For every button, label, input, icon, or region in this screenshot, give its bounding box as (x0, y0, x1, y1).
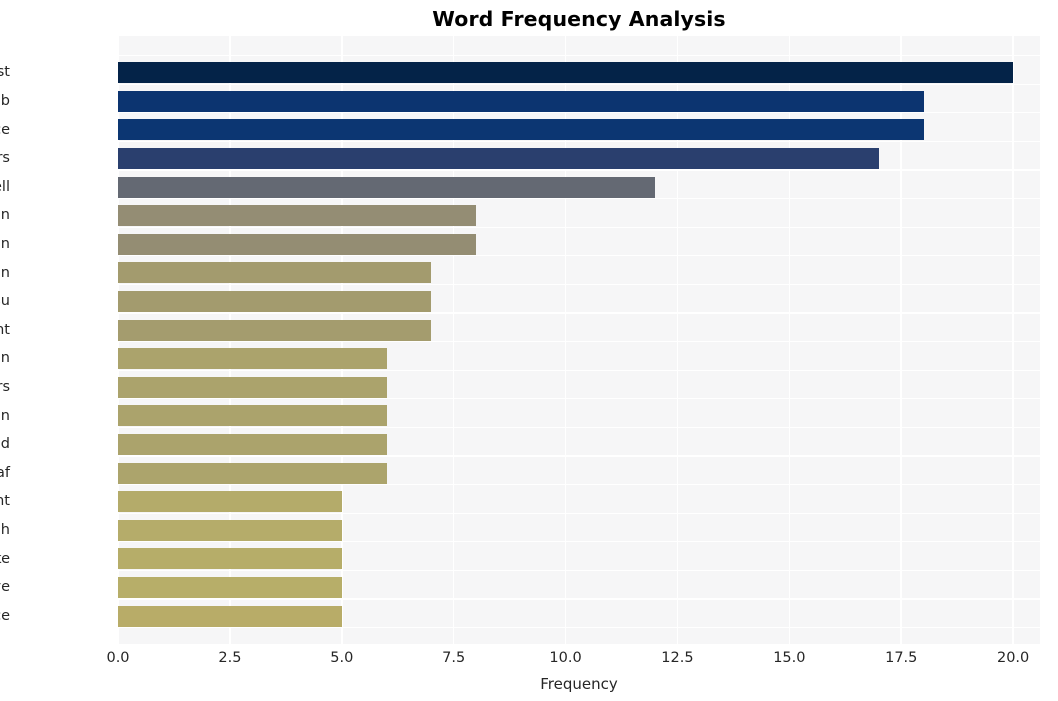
x-tick-label-12.5: 12.5 (661, 650, 694, 666)
bar-row (118, 202, 1040, 231)
bar-tell[interactable] (118, 176, 656, 198)
bar-row (118, 545, 1040, 574)
y-tick-label-hamilton: hamilton (0, 350, 10, 367)
x-axis-label: Frequency (540, 675, 618, 693)
bar-compensation[interactable] (118, 405, 387, 427)
bar-row (118, 59, 1040, 88)
bar-row (118, 402, 1040, 431)
x-tick-label-5.0: 5.0 (330, 650, 354, 666)
y-tick-label-account: account (0, 321, 10, 338)
bar-row (118, 459, 1040, 488)
bar-husband[interactable] (118, 434, 387, 456)
y-tick-label-fujitsu: fujitsu (0, 293, 10, 310)
gridline-horizontal-0 (118, 55, 1040, 57)
bar-row (118, 373, 1040, 402)
bar-row (118, 602, 1040, 631)
bar-ashraf[interactable] (118, 462, 387, 484)
bar-row (118, 259, 1040, 288)
bar-government[interactable] (118, 491, 342, 513)
chart-title: Word Frequency Analysis (432, 7, 726, 31)
chart-figure: Word Frequency Analysis post sub office pos… (0, 0, 1058, 701)
y-tick-label-prison: prison (0, 207, 10, 224)
bar-row (118, 573, 1040, 602)
bar-row (118, 516, 1040, 545)
y-tick-label-live: live (0, 579, 10, 596)
y-tick-label-kamran: kamran (0, 235, 10, 252)
bar-row (118, 488, 1040, 517)
x-tick-label-10.0: 10.0 (549, 650, 582, 666)
bar-prison[interactable] (118, 205, 477, 227)
y-tick-label-office: office (0, 121, 10, 138)
y-tick-label-ashraf: ashraf (0, 464, 10, 481)
y-tick-label-husband: husband (0, 436, 10, 453)
bar-kamran[interactable] (118, 233, 477, 255)
bar-postmasters[interactable] (118, 148, 879, 170)
x-tick-label-0.0: 0.0 (106, 650, 130, 666)
y-tick-label-tell: tell (0, 178, 10, 195)
y-tick-label-justice: justice (0, 607, 10, 624)
bar-take[interactable] (118, 548, 342, 570)
y-tick-label-branch: branch (0, 521, 10, 538)
bar-row (118, 316, 1040, 345)
y-tick-label-government: government (0, 493, 10, 510)
bar-years[interactable] (118, 376, 387, 398)
x-tick-label-2.5: 2.5 (218, 650, 242, 666)
bar-row (118, 87, 1040, 116)
y-tick-label-take: take (0, 550, 10, 567)
bar-justice[interactable] (118, 605, 342, 627)
bar-fujitsu[interactable] (118, 291, 432, 313)
y-tick-label-horizon: horizon (0, 264, 10, 281)
y-tick-label-compensation: compensation (0, 407, 10, 424)
y-tick-label-sub: sub (0, 92, 10, 109)
bar-horizon[interactable] (118, 262, 432, 284)
bar-row (118, 144, 1040, 173)
bar-row (118, 116, 1040, 145)
y-tick-label-years: years (0, 378, 10, 395)
bar-post[interactable] (118, 62, 1014, 84)
bar-row (118, 345, 1040, 374)
bar-office[interactable] (118, 119, 924, 141)
bar-row (118, 230, 1040, 259)
y-tick-label-postmasters: postmasters (0, 150, 10, 167)
x-tick-label-15.0: 15.0 (773, 650, 806, 666)
bar-account[interactable] (118, 319, 432, 341)
bar-row (118, 430, 1040, 459)
bar-branch[interactable] (118, 519, 342, 541)
x-tick-label-20.0: 20.0 (996, 650, 1030, 666)
x-tick-label-17.5: 17.5 (885, 650, 918, 666)
bar-hamilton[interactable] (118, 348, 387, 370)
bar-live[interactable] (118, 577, 342, 599)
bar-sub[interactable] (118, 90, 924, 112)
y-tick-label-post: post (0, 64, 10, 81)
plot-area (118, 36, 1040, 644)
x-tick-label-7.5: 7.5 (442, 650, 466, 666)
bar-row (118, 287, 1040, 316)
bar-row (118, 173, 1040, 202)
